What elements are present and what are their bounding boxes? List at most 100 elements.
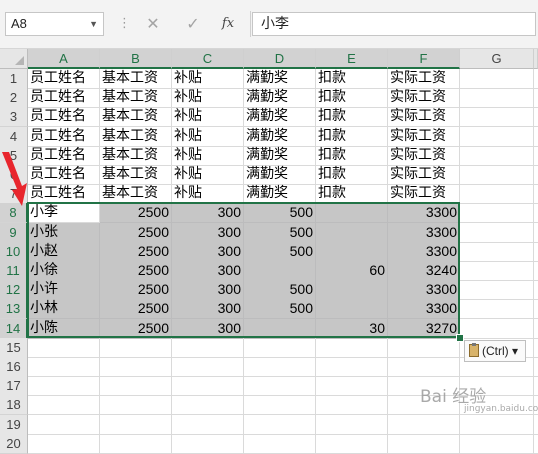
cell-f8[interactable]: 3300 — [388, 203, 460, 224]
cell-a4[interactable]: 员工姓名 — [28, 126, 100, 147]
cell-d1[interactable]: 满勤奖 — [244, 69, 316, 89]
cell-d9[interactable]: 500 — [244, 222, 316, 243]
cell-d10[interactable]: 500 — [244, 241, 316, 262]
cell-f15[interactable] — [388, 337, 460, 358]
cell-c18[interactable] — [172, 395, 244, 416]
cell-f5[interactable]: 实际工资 — [388, 145, 460, 166]
select-all-corner[interactable] — [0, 49, 28, 69]
cell-b12[interactable]: 2500 — [100, 280, 172, 301]
cell-g13[interactable] — [460, 299, 534, 320]
cell-c11[interactable]: 300 — [172, 261, 244, 281]
cell-a8[interactable]: 小李 — [28, 203, 100, 224]
cell-e6[interactable]: 扣款 — [316, 165, 388, 185]
cell-c15[interactable] — [172, 337, 244, 358]
cell-e14[interactable]: 30 — [316, 318, 388, 339]
paste-options-button[interactable]: (Ctrl) ▾ — [464, 340, 526, 362]
cell-d13[interactable]: 500 — [244, 299, 316, 320]
cell-c3[interactable]: 补贴 — [172, 107, 244, 128]
cell-a10[interactable]: 小赵 — [28, 241, 100, 262]
cell-e2[interactable]: 扣款 — [316, 88, 388, 109]
cell-c9[interactable]: 300 — [172, 222, 244, 243]
cell-a6[interactable]: 员工姓名 — [28, 165, 100, 185]
cell-g10[interactable] — [460, 241, 534, 262]
cell-d19[interactable] — [244, 414, 316, 435]
cell-a12[interactable]: 小许 — [28, 280, 100, 301]
cell-e5[interactable]: 扣款 — [316, 145, 388, 166]
cell-f11[interactable]: 3240 — [388, 261, 460, 281]
cell-d3[interactable]: 满勤奖 — [244, 107, 316, 128]
cell-d6[interactable]: 满勤奖 — [244, 165, 316, 185]
cell-b11[interactable]: 2500 — [100, 261, 172, 281]
cell-g8[interactable] — [460, 203, 534, 224]
row-header-3[interactable]: 3 — [0, 107, 28, 128]
cell-d18[interactable] — [244, 395, 316, 416]
cell-b18[interactable] — [100, 395, 172, 416]
cell-b8[interactable]: 2500 — [100, 203, 172, 224]
cell-a13[interactable]: 小林 — [28, 299, 100, 320]
cell-g14[interactable] — [460, 318, 534, 339]
cell-a3[interactable]: 员工姓名 — [28, 107, 100, 128]
cell-g1[interactable] — [460, 69, 534, 89]
row-header-13[interactable]: 13 — [0, 299, 28, 320]
cell-e1[interactable]: 扣款 — [316, 69, 388, 89]
cell-g7[interactable] — [460, 184, 534, 205]
cell-d15[interactable] — [244, 337, 316, 358]
row-header-15[interactable]: 15 — [0, 337, 28, 358]
cell-a1[interactable]: 员工姓名 — [28, 69, 100, 89]
cell-c6[interactable]: 补贴 — [172, 165, 244, 185]
cell-g2[interactable] — [460, 88, 534, 109]
cell-c12[interactable]: 300 — [172, 280, 244, 301]
cell-c13[interactable]: 300 — [172, 299, 244, 320]
cell-a15[interactable] — [28, 337, 100, 358]
cell-f10[interactable]: 3300 — [388, 241, 460, 262]
cell-a14[interactable]: 小陈 — [28, 318, 100, 339]
cell-d2[interactable]: 满勤奖 — [244, 88, 316, 109]
cell-e11[interactable]: 60 — [316, 261, 388, 281]
cell-f4[interactable]: 实际工资 — [388, 126, 460, 147]
cell-d11[interactable] — [244, 261, 316, 281]
cell-a11[interactable]: 小徐 — [28, 261, 100, 281]
cell-g6[interactable] — [460, 165, 534, 185]
row-header-11[interactable]: 11 — [0, 261, 28, 281]
cell-a7[interactable]: 员工姓名 — [28, 184, 100, 205]
cell-a2[interactable]: 员工姓名 — [28, 88, 100, 109]
cell-d7[interactable]: 满勤奖 — [244, 184, 316, 205]
cell-f12[interactable]: 3300 — [388, 280, 460, 301]
more-options-icon[interactable]: ⋮ — [118, 14, 131, 34]
cell-b20[interactable] — [100, 433, 172, 454]
cell-b16[interactable] — [100, 357, 172, 377]
cell-f9[interactable]: 3300 — [388, 222, 460, 243]
name-box[interactable]: A8 ▼ — [5, 12, 104, 36]
cell-c17[interactable] — [172, 376, 244, 397]
column-header-a[interactable]: A — [28, 49, 100, 69]
cell-b4[interactable]: 基本工资 — [100, 126, 172, 147]
cell-g12[interactable] — [460, 280, 534, 301]
cell-b5[interactable]: 基本工资 — [100, 145, 172, 166]
row-header-2[interactable]: 2 — [0, 88, 28, 109]
cell-e12[interactable] — [316, 280, 388, 301]
cell-d8[interactable]: 500 — [244, 203, 316, 224]
row-header-16[interactable]: 16 — [0, 357, 28, 377]
cell-c19[interactable] — [172, 414, 244, 435]
cell-c7[interactable]: 补贴 — [172, 184, 244, 205]
cell-c14[interactable]: 300 — [172, 318, 244, 339]
cell-d5[interactable]: 满勤奖 — [244, 145, 316, 166]
cell-g3[interactable] — [460, 107, 534, 128]
column-header-d[interactable]: D — [244, 49, 316, 69]
cell-c5[interactable]: 补贴 — [172, 145, 244, 166]
cell-a17[interactable] — [28, 376, 100, 397]
column-header-b[interactable]: B — [100, 49, 172, 69]
cell-f6[interactable]: 实际工资 — [388, 165, 460, 185]
insert-function-button[interactable]: fx — [215, 12, 241, 36]
cancel-icon[interactable]: ✕ — [140, 12, 166, 36]
cell-a5[interactable]: 员工姓名 — [28, 145, 100, 166]
cell-d12[interactable]: 500 — [244, 280, 316, 301]
cell-g9[interactable] — [460, 222, 534, 243]
cell-b10[interactable]: 2500 — [100, 241, 172, 262]
column-header-g[interactable]: G — [460, 49, 534, 69]
cell-b1[interactable]: 基本工资 — [100, 69, 172, 89]
cell-a9[interactable]: 小张 — [28, 222, 100, 243]
row-header-10[interactable]: 10 — [0, 241, 28, 262]
cell-f20[interactable] — [388, 433, 460, 454]
cell-f13[interactable]: 3300 — [388, 299, 460, 320]
